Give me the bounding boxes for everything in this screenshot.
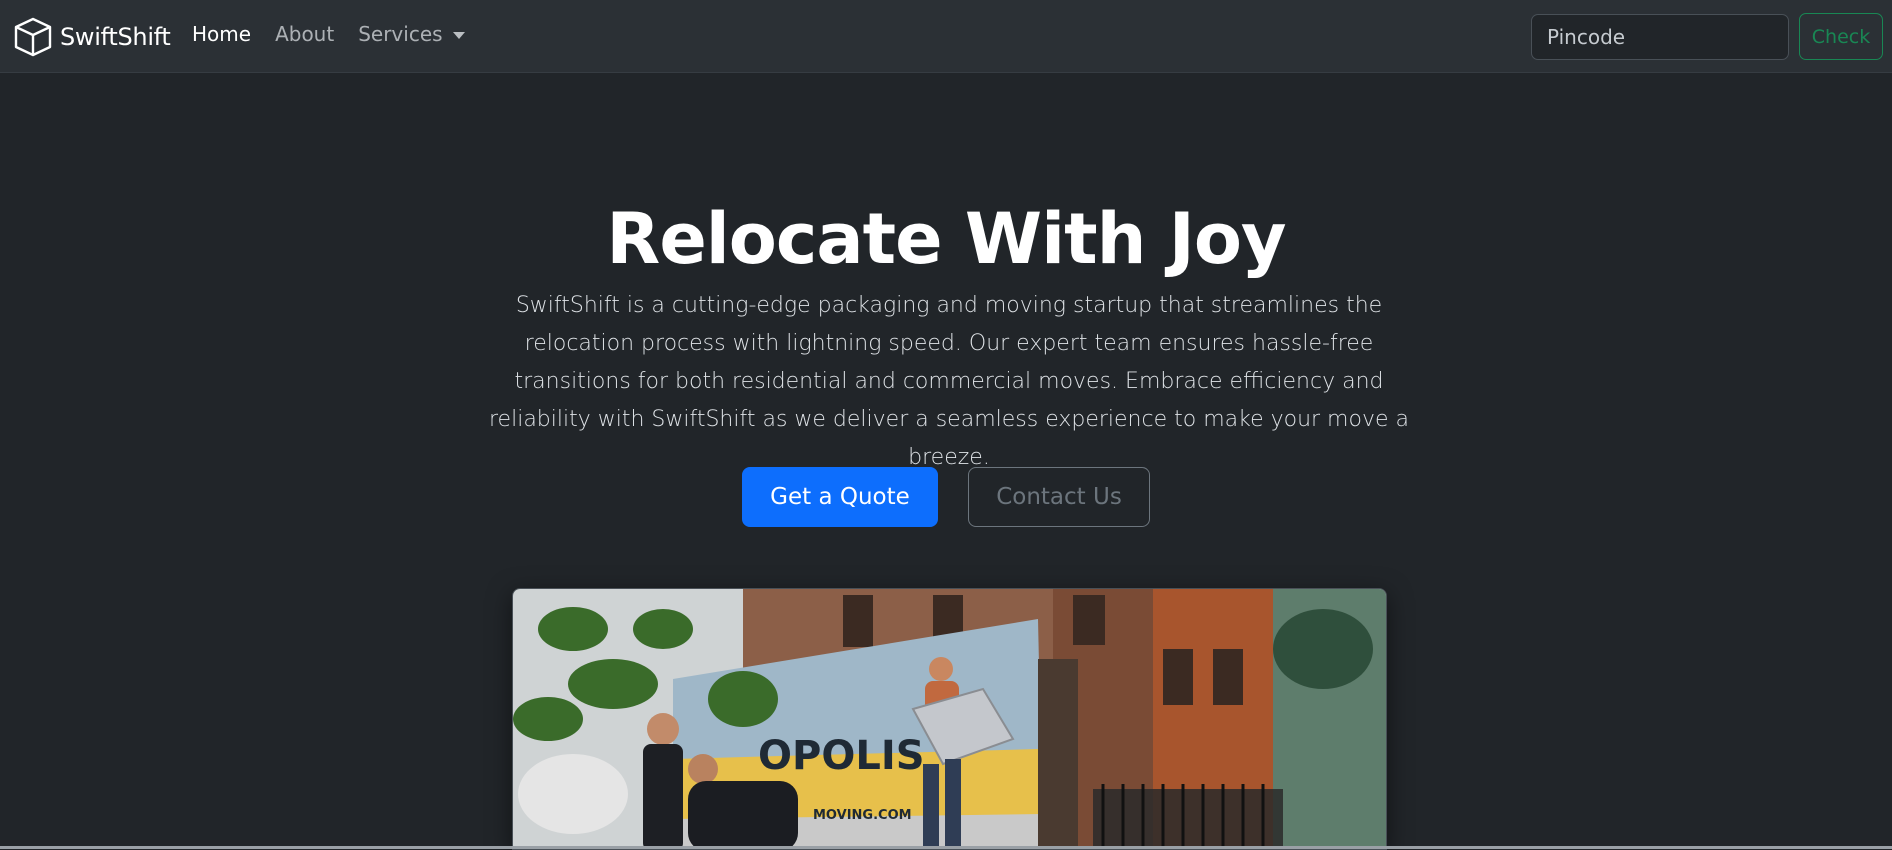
hero-title: Relocate With Joy	[606, 198, 1286, 280]
brand-link[interactable]: SwiftShift	[14, 16, 171, 58]
hero-buttons: Get a Quote Contact Us	[0, 467, 1892, 527]
nav-item-about[interactable]: About	[275, 22, 334, 46]
check-button[interactable]: Check	[1799, 13, 1883, 60]
pincode-input[interactable]	[1531, 14, 1789, 60]
hero-image: OPOLIS MOVING.COM	[512, 588, 1387, 850]
moving-truck-photo: OPOLIS MOVING.COM	[513, 589, 1386, 849]
get-quote-button[interactable]: Get a Quote	[742, 467, 938, 527]
truck-text-1: OPOLIS	[758, 733, 925, 779]
box-icon	[14, 17, 52, 57]
truck-text-2: MOVING.COM	[813, 808, 912, 823]
nav-dropdown-services[interactable]: Services	[358, 22, 465, 46]
contact-us-button[interactable]: Contact Us	[968, 467, 1150, 527]
navbar: SwiftShift Home About Services Check	[0, 0, 1892, 73]
caret-down-icon	[452, 31, 465, 39]
hero-lead: SwiftShift is a cutting-edge packaging a…	[489, 293, 1409, 470]
nav-links: Home About Services	[192, 22, 465, 46]
brand-name: SwiftShift	[60, 23, 171, 51]
nav-dropdown-label: Services	[358, 22, 443, 46]
nav-item-home[interactable]: Home	[192, 22, 251, 46]
